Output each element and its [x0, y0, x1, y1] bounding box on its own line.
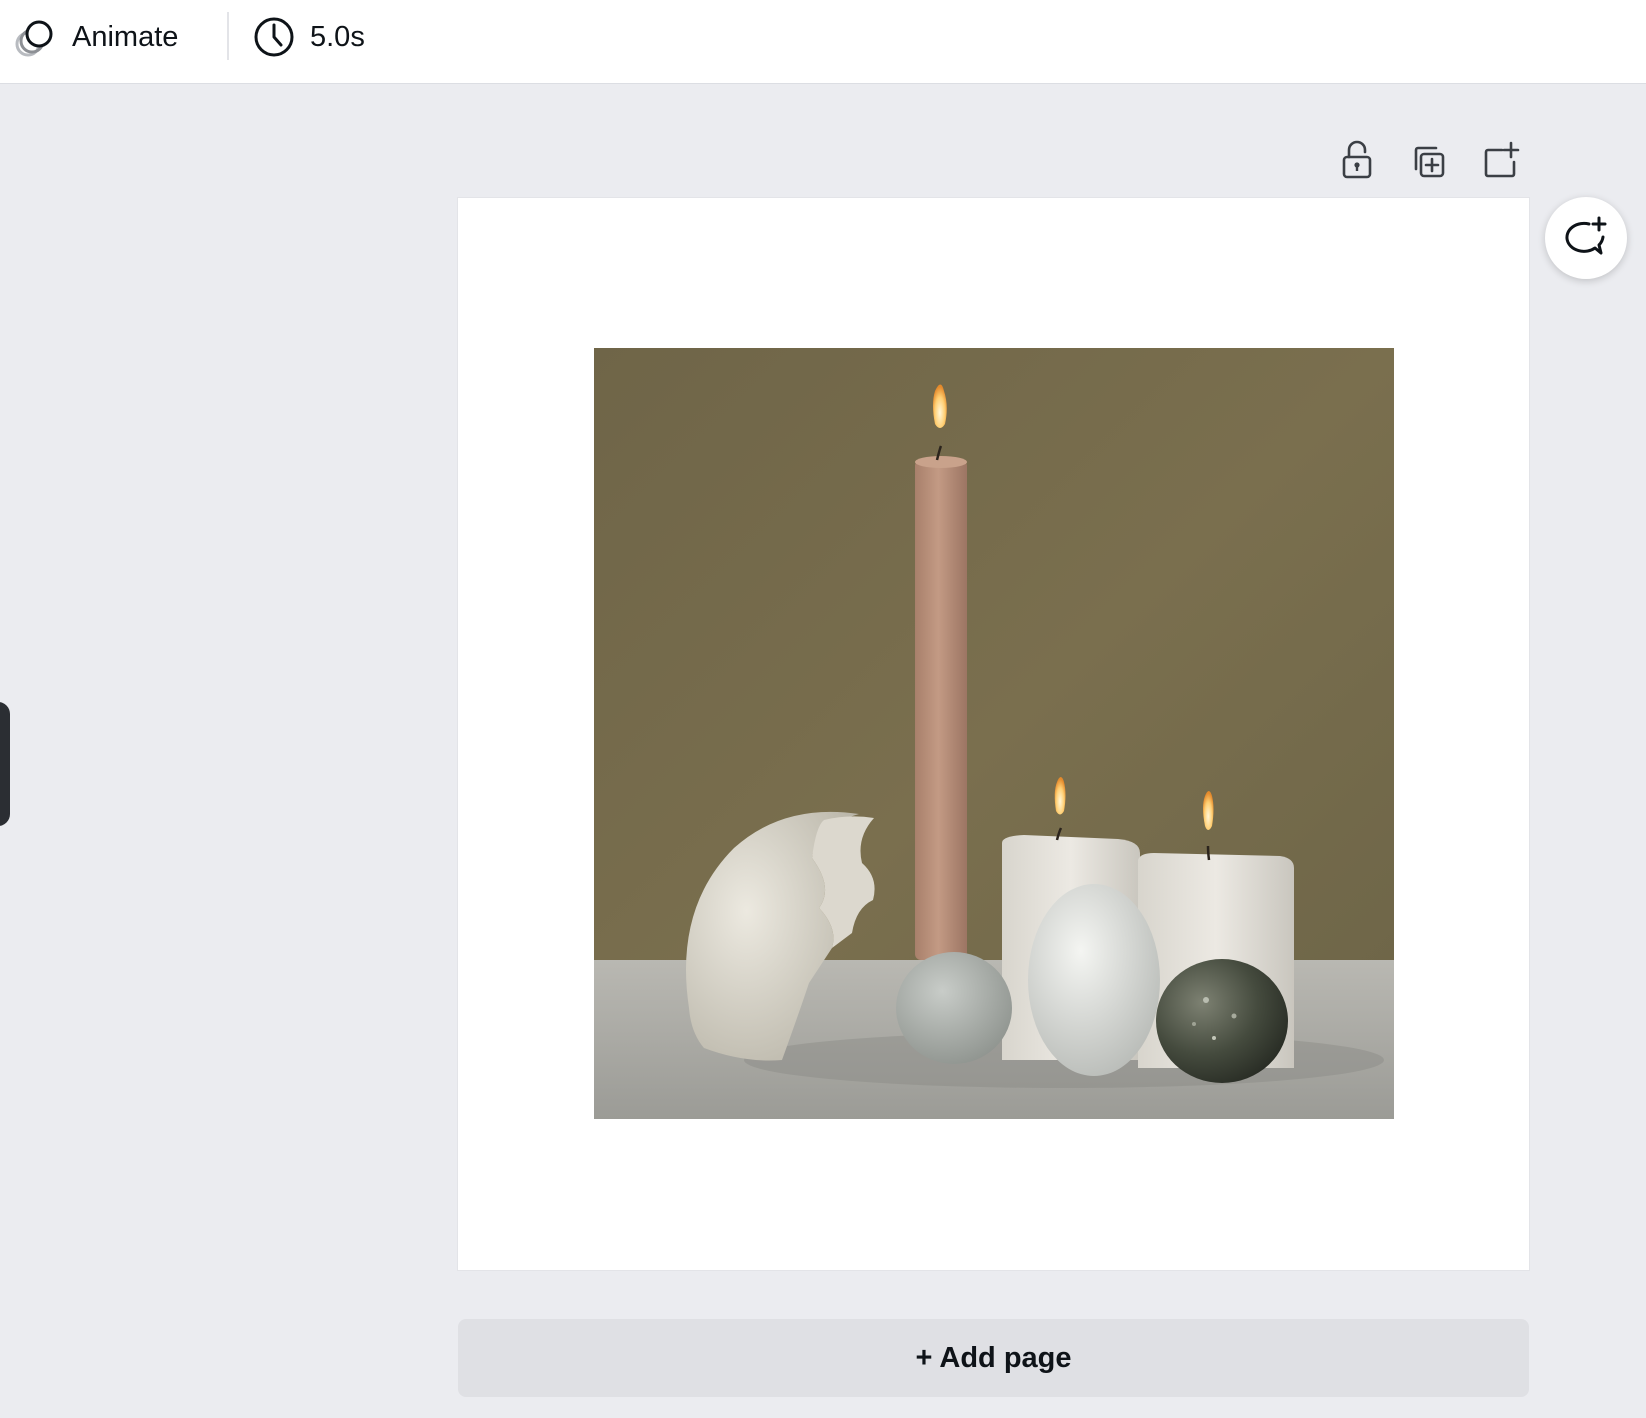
- animate-button[interactable]: Animate: [12, 8, 178, 66]
- design-page[interactable]: [458, 198, 1529, 1270]
- lock-page-button[interactable]: [1335, 138, 1379, 182]
- canvas-photo[interactable]: [594, 348, 1394, 1119]
- duplicate-page-button[interactable]: [1407, 140, 1451, 184]
- add-comment-button[interactable]: [1545, 197, 1627, 279]
- side-panel-handle[interactable]: [0, 702, 10, 826]
- duration-button[interactable]: 5.0s: [252, 8, 365, 66]
- candles-and-eggs-photo: [594, 348, 1394, 1119]
- duration-label: 5.0s: [310, 20, 365, 53]
- animate-label: Animate: [72, 20, 179, 53]
- duplicate-page-icon: [1410, 143, 1448, 181]
- add-page-icon: [1482, 140, 1520, 180]
- add-page-button[interactable]: + Add page: [458, 1319, 1529, 1397]
- add-page-above-button[interactable]: [1479, 138, 1523, 182]
- animate-circles-icon: [12, 14, 58, 60]
- toolbar-divider: [227, 12, 229, 60]
- lock-icon: [1340, 140, 1374, 180]
- clock-icon: [252, 15, 296, 59]
- add-comment-icon: [1563, 215, 1609, 261]
- top-toolbar: Animate 5.0s: [0, 0, 1646, 84]
